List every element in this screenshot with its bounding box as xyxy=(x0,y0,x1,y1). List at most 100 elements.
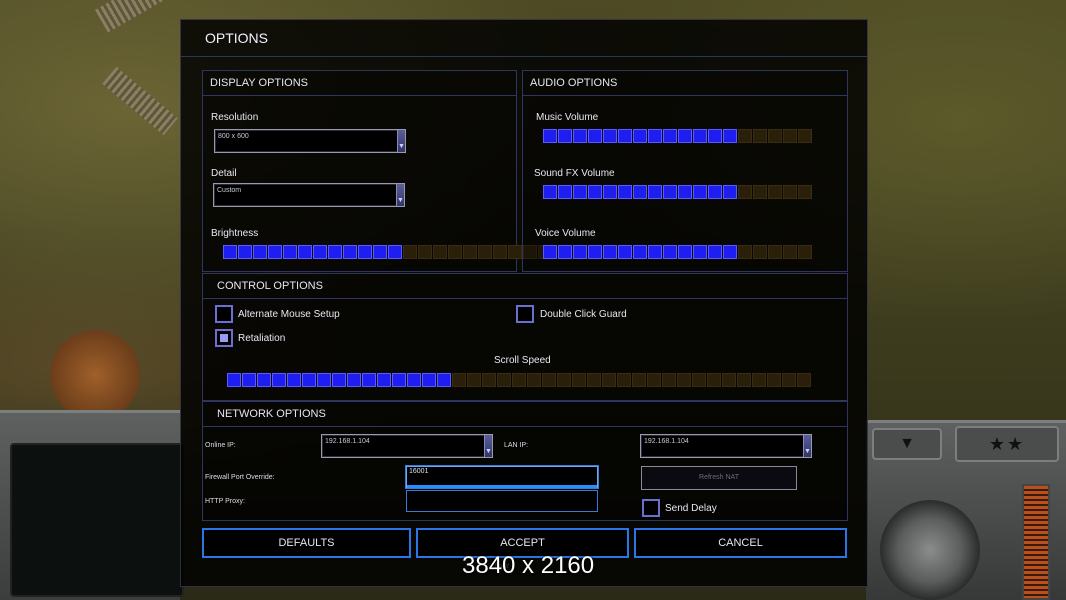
slider-segment-empty[interactable] xyxy=(602,373,616,387)
detail-dropdown[interactable]: Custom ▼ xyxy=(213,183,405,207)
slider-segment-empty[interactable] xyxy=(707,373,721,387)
slider-segment-filled[interactable] xyxy=(317,373,331,387)
slider-segment-filled[interactable] xyxy=(678,245,692,259)
slider-segment-empty[interactable] xyxy=(753,185,767,199)
slider-segment-empty[interactable] xyxy=(508,245,522,259)
slider-segment-filled[interactable] xyxy=(573,245,587,259)
chevron-down-icon[interactable]: ▼ xyxy=(484,435,492,457)
slider-segment-empty[interactable] xyxy=(587,373,601,387)
slider-segment-filled[interactable] xyxy=(663,129,677,143)
slider-segment-empty[interactable] xyxy=(497,373,511,387)
firewall-port-input[interactable]: 16001 xyxy=(406,466,598,488)
slider-segment-empty[interactable] xyxy=(617,373,631,387)
slider-segment-empty[interactable] xyxy=(647,373,661,387)
slider-segment-empty[interactable] xyxy=(783,245,797,259)
slider-segment-empty[interactable] xyxy=(662,373,676,387)
slider-segment-empty[interactable] xyxy=(798,129,812,143)
slider-segment-filled[interactable] xyxy=(693,129,707,143)
slider-segment-empty[interactable] xyxy=(463,245,477,259)
slider-segment-empty[interactable] xyxy=(753,245,767,259)
slider-segment-filled[interactable] xyxy=(678,129,692,143)
slider-segment-empty[interactable] xyxy=(797,373,811,387)
music-volume-slider[interactable] xyxy=(543,129,812,143)
slider-segment-empty[interactable] xyxy=(737,373,751,387)
slider-segment-empty[interactable] xyxy=(482,373,496,387)
slider-segment-filled[interactable] xyxy=(388,245,402,259)
cancel-button[interactable]: CANCEL xyxy=(634,528,847,558)
slider-segment-filled[interactable] xyxy=(633,185,647,199)
slider-segment-empty[interactable] xyxy=(738,185,752,199)
slider-segment-filled[interactable] xyxy=(543,129,557,143)
slider-segment-filled[interactable] xyxy=(257,373,271,387)
slider-segment-filled[interactable] xyxy=(648,245,662,259)
slider-segment-empty[interactable] xyxy=(692,373,706,387)
slider-segment-filled[interactable] xyxy=(268,245,282,259)
slider-segment-filled[interactable] xyxy=(708,129,722,143)
slider-segment-filled[interactable] xyxy=(633,129,647,143)
slider-segment-empty[interactable] xyxy=(783,129,797,143)
slider-segment-empty[interactable] xyxy=(512,373,526,387)
slider-segment-filled[interactable] xyxy=(723,245,737,259)
slider-segment-filled[interactable] xyxy=(693,245,707,259)
retaliation-checkbox[interactable] xyxy=(215,329,233,347)
chevron-down-icon[interactable]: ▼ xyxy=(396,184,404,206)
slider-segment-empty[interactable] xyxy=(557,373,571,387)
slider-segment-filled[interactable] xyxy=(328,245,342,259)
slider-segment-filled[interactable] xyxy=(377,373,391,387)
slider-segment-filled[interactable] xyxy=(223,245,237,259)
slider-segment-empty[interactable] xyxy=(738,129,752,143)
double-click-guard-checkbox[interactable] xyxy=(516,305,534,323)
slider-segment-empty[interactable] xyxy=(632,373,646,387)
slider-segment-filled[interactable] xyxy=(227,373,241,387)
slider-segment-empty[interactable] xyxy=(752,373,766,387)
slider-segment-filled[interactable] xyxy=(437,373,451,387)
slider-segment-filled[interactable] xyxy=(358,245,372,259)
slider-segment-filled[interactable] xyxy=(242,373,256,387)
slider-segment-empty[interactable] xyxy=(768,129,782,143)
slider-segment-empty[interactable] xyxy=(542,373,556,387)
slider-segment-empty[interactable] xyxy=(467,373,481,387)
slider-segment-filled[interactable] xyxy=(603,185,617,199)
chevron-down-icon[interactable]: ▼ xyxy=(803,435,811,457)
alternate-mouse-checkbox[interactable] xyxy=(215,305,233,323)
slider-segment-empty[interactable] xyxy=(782,373,796,387)
slider-segment-empty[interactable] xyxy=(753,129,767,143)
slider-segment-empty[interactable] xyxy=(448,245,462,259)
slider-segment-filled[interactable] xyxy=(362,373,376,387)
slider-segment-filled[interactable] xyxy=(708,185,722,199)
voice-volume-slider[interactable] xyxy=(543,245,812,259)
brightness-slider[interactable] xyxy=(223,245,552,259)
slider-segment-filled[interactable] xyxy=(332,373,346,387)
send-delay-checkbox[interactable] xyxy=(642,499,660,517)
slider-segment-empty[interactable] xyxy=(738,245,752,259)
slider-segment-filled[interactable] xyxy=(313,245,327,259)
slider-segment-filled[interactable] xyxy=(648,185,662,199)
slider-segment-filled[interactable] xyxy=(558,245,572,259)
slider-segment-filled[interactable] xyxy=(573,129,587,143)
slider-segment-filled[interactable] xyxy=(298,245,312,259)
slider-segment-filled[interactable] xyxy=(238,245,252,259)
slider-segment-empty[interactable] xyxy=(572,373,586,387)
slider-segment-filled[interactable] xyxy=(693,185,707,199)
slider-segment-filled[interactable] xyxy=(618,185,632,199)
scroll-speed-slider[interactable] xyxy=(227,373,811,387)
slider-segment-filled[interactable] xyxy=(287,373,301,387)
slider-segment-empty[interactable] xyxy=(677,373,691,387)
slider-segment-filled[interactable] xyxy=(618,129,632,143)
slider-segment-filled[interactable] xyxy=(373,245,387,259)
slider-segment-empty[interactable] xyxy=(722,373,736,387)
slider-segment-filled[interactable] xyxy=(543,185,557,199)
slider-segment-filled[interactable] xyxy=(558,185,572,199)
slider-segment-empty[interactable] xyxy=(418,245,432,259)
slider-segment-filled[interactable] xyxy=(648,129,662,143)
slider-segment-filled[interactable] xyxy=(708,245,722,259)
slider-segment-filled[interactable] xyxy=(603,245,617,259)
slider-segment-filled[interactable] xyxy=(573,185,587,199)
slider-segment-empty[interactable] xyxy=(403,245,417,259)
slider-segment-filled[interactable] xyxy=(588,245,602,259)
slider-segment-filled[interactable] xyxy=(302,373,316,387)
http-proxy-input[interactable] xyxy=(406,490,598,512)
slider-segment-filled[interactable] xyxy=(392,373,406,387)
lan-ip-dropdown[interactable]: 192.168.1.104 ▼ xyxy=(640,434,812,458)
slider-segment-filled[interactable] xyxy=(253,245,267,259)
